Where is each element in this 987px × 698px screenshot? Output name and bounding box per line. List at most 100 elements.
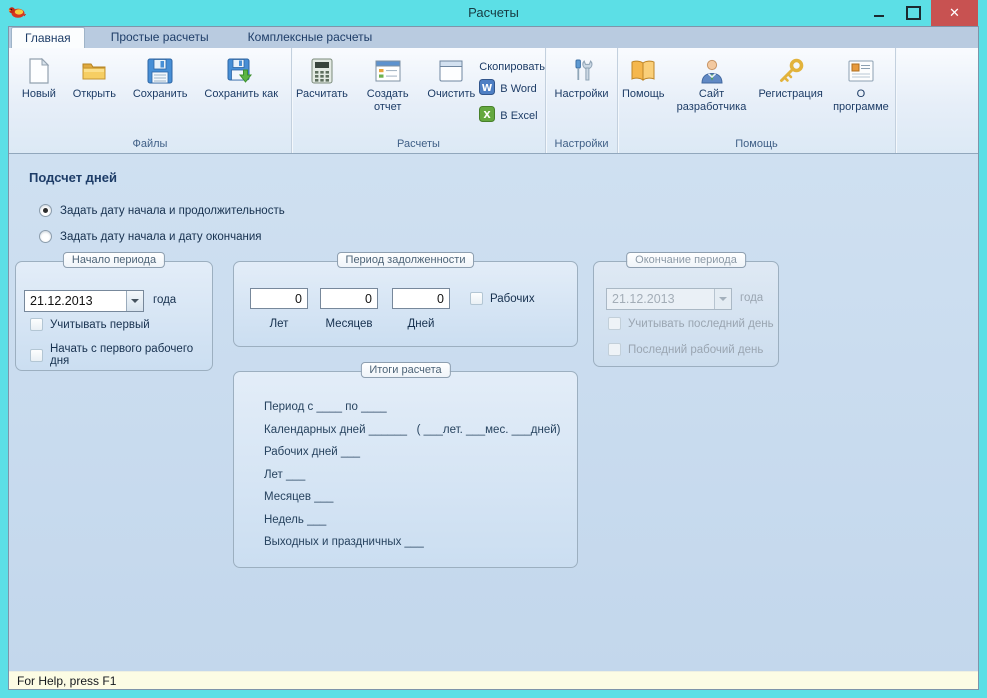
about-button[interactable]: О программе [827, 53, 895, 117]
radio-start-and-duration[interactable]: Задать дату начала и продолжительность [39, 204, 285, 217]
checkbox-label: Учитывать последний день [628, 317, 774, 330]
save-as-icon [227, 56, 255, 86]
groupbox-period-end: Окончание периода 21.12.2013 года Учитыв… [593, 252, 779, 367]
excel-icon: X [479, 106, 496, 125]
result-line-period: Период с ____ по ____ [264, 401, 387, 413]
ribbon-group-files: Новый Открыть Сохранить Сохранить как Фа… [9, 48, 292, 153]
group-caption-files: Файлы [132, 138, 168, 150]
new-document-icon [28, 56, 50, 86]
days-field[interactable] [392, 288, 450, 309]
copy-item-label: В Word [500, 82, 537, 95]
button-label: О программе [833, 88, 889, 113]
ribbon-group-settings: Настройки Настройки [546, 48, 618, 153]
page-title: Подсчет дней [29, 170, 117, 185]
checkbox-label: Последний рабочий день [628, 343, 764, 356]
help-button[interactable]: Помощь [618, 53, 669, 104]
status-bar: For Help, press F1 [9, 671, 978, 689]
checkbox-box [470, 292, 483, 305]
registration-button[interactable]: Регистрация [755, 53, 827, 104]
save-button[interactable]: Сохранить [129, 53, 192, 104]
help-book-icon [629, 56, 657, 86]
copy-item-label: В Excel [500, 109, 538, 122]
minimize-button[interactable] [861, 0, 896, 26]
clear-form-icon [438, 56, 464, 86]
checkbox-start-first-workday[interactable]: Начать с первого рабочего дня [30, 343, 212, 367]
svg-text:X: X [484, 110, 492, 121]
button-label: Настройки [554, 88, 609, 100]
button-label: Сайт разработчика [676, 88, 747, 113]
button-label: Помощь [622, 88, 665, 100]
start-date-picker[interactable]: 21.12.2013 [24, 290, 144, 312]
button-label: Новый [21, 88, 56, 100]
result-line-months: Месяцев ___ [264, 491, 334, 503]
end-date-value: 21.12.2013 [612, 292, 675, 306]
checkbox-count-first-day[interactable]: Учитывать первый [30, 318, 150, 331]
checkbox-label: Учитывать первый [50, 318, 150, 331]
months-label: Месяцев [325, 318, 373, 330]
calculate-button[interactable]: Расчитать [292, 53, 352, 104]
button-label: Очистить [427, 88, 476, 100]
ribbon-group-help: Помощь Сайт разработчика Регистрация О п… [618, 48, 896, 153]
checkbox-count-last-day: Учитывать последний день [608, 317, 774, 330]
chevron-down-icon[interactable] [126, 291, 143, 311]
window-body: Главная Простые расчеты Комплексные расч… [8, 26, 979, 690]
group-caption-help: Помощь [735, 138, 778, 150]
start-date-value: 21.12.2013 [30, 294, 93, 308]
about-icon [848, 56, 874, 86]
result-line-weekends: Выходных и праздничных ___ [264, 536, 424, 548]
results-lines: Период с ____ по ____ Календарных дней _… [264, 400, 561, 549]
end-date-picker: 21.12.2013 [606, 288, 732, 310]
window-controls: ✕ [861, 0, 978, 26]
calculator-icon [311, 56, 333, 86]
button-label: Создать отчет [366, 88, 409, 113]
groupbox-caption: Итоги расчета [360, 362, 451, 378]
radio-label: Задать дату начала и дату окончания [60, 230, 262, 243]
button-label: Сохранить [132, 88, 188, 100]
maximize-button[interactable] [896, 0, 931, 26]
key-icon [777, 56, 805, 86]
chevron-down-icon [714, 289, 731, 309]
years-field[interactable] [250, 288, 308, 309]
tools-icon [569, 56, 595, 86]
result-line-working-days: Рабочих дней ___ [264, 446, 361, 458]
tab-main[interactable]: Главная [11, 27, 85, 48]
copy-to-word-button[interactable]: W В Word [479, 79, 545, 98]
open-button[interactable]: Открыть [69, 53, 120, 104]
groupbox-results: Итоги расчета Период с ____ по ____ Кале… [233, 362, 578, 568]
new-button[interactable]: Новый [18, 53, 60, 104]
app-window: Расчеты ✕ Главная Простые расчеты Компле… [0, 0, 987, 698]
clear-button[interactable]: Очистить [423, 53, 479, 104]
copy-button[interactable]: Скопировать [479, 61, 545, 73]
button-label: Открыть [72, 88, 116, 100]
year-suffix-label: года [153, 294, 177, 306]
button-label: Регистрация [758, 88, 823, 100]
create-report-button[interactable]: Создать отчет [352, 53, 424, 117]
groupbox-caption: Окончание периода [626, 252, 746, 268]
radio-start-and-end-date[interactable]: Задать дату начала и дату окончания [39, 230, 262, 243]
months-field[interactable] [320, 288, 378, 309]
groupbox-caption: Начало периода [62, 252, 166, 268]
checkbox-working-days[interactable]: Рабочих [470, 292, 535, 305]
save-as-button[interactable]: Сохранить как [200, 53, 282, 104]
checkbox-box [608, 343, 621, 356]
checkbox-label: Начать с первого рабочего дня [50, 343, 194, 367]
main-area: Подсчет дней Задать дату начала и продол… [9, 154, 978, 671]
ribbon-group-calculations: Расчитать Создать отчет Очистить Скопиро… [292, 48, 546, 153]
years-label: Лет [269, 318, 289, 330]
groupbox-period-start: Начало периода 21.12.2013 года Учитывать… [15, 252, 213, 371]
result-line-years: Лет ___ [264, 468, 306, 481]
tab-simple-calculations[interactable]: Простые расчеты [98, 27, 222, 48]
close-button[interactable]: ✕ [931, 0, 978, 26]
group-caption-settings: Настройки [554, 138, 609, 150]
developer-site-button[interactable]: Сайт разработчика [669, 53, 755, 117]
settings-button[interactable]: Настройки [551, 53, 613, 104]
copy-to-excel-button[interactable]: X В Excel [479, 106, 545, 125]
close-icon: ✕ [949, 5, 960, 20]
copy-section: Скопировать W В Word X В Excel [479, 53, 545, 133]
tab-complex-calculations[interactable]: Комплексные расчеты [235, 27, 386, 48]
word-icon: W [479, 79, 496, 98]
radio-button-unchecked [39, 230, 52, 243]
report-icon [375, 56, 401, 86]
year-suffix-label: года [740, 292, 764, 304]
save-icon [147, 56, 173, 86]
